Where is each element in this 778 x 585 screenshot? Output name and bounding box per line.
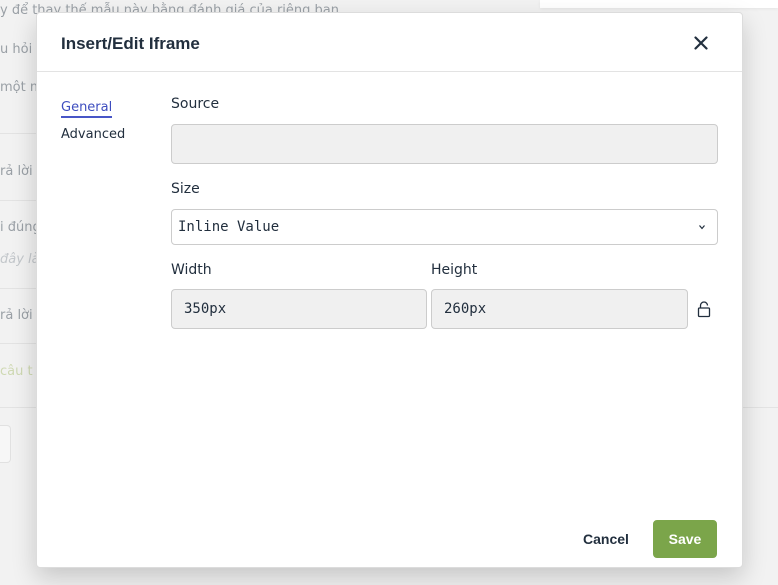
cancel-button[interactable]: Cancel	[572, 520, 640, 558]
background-divider	[0, 288, 36, 289]
close-button[interactable]	[689, 31, 713, 55]
source-input[interactable]	[171, 124, 718, 164]
background-text: rả lời	[0, 164, 33, 179]
insert-iframe-dialog: Insert/Edit Iframe General Advanced Sour…	[36, 12, 743, 568]
dialog-tabs: General Advanced	[61, 96, 125, 151]
height-input[interactable]: 260px	[431, 289, 688, 329]
dialog-footer: Cancel Save	[37, 503, 742, 567]
lock-icon	[697, 301, 711, 318]
background-text: câu t	[0, 364, 33, 379]
background-divider	[0, 133, 36, 134]
size-select-value: Inline Value	[178, 219, 280, 235]
background-divider	[0, 407, 36, 408]
save-button[interactable]: Save	[653, 520, 717, 558]
dialog-header: Insert/Edit Iframe	[37, 13, 742, 72]
background-text: đây là	[0, 252, 40, 267]
source-label: Source	[171, 96, 220, 112]
tab-advanced[interactable]: Advanced	[61, 127, 125, 142]
background-divider	[743, 407, 778, 408]
dialog-title: Insert/Edit Iframe	[61, 34, 200, 53]
background-text: i đúng	[0, 220, 41, 235]
width-input[interactable]: 350px	[171, 289, 427, 329]
constrain-proportions-button[interactable]	[697, 300, 711, 322]
background-card	[540, 0, 778, 8]
background-divider	[0, 343, 36, 344]
width-label: Width	[171, 262, 212, 278]
size-select[interactable]: Inline Value	[171, 209, 718, 245]
close-icon	[694, 36, 708, 50]
height-label: Height	[431, 262, 478, 278]
tab-general[interactable]: General	[61, 100, 113, 118]
background-panel	[0, 425, 11, 463]
background-text: rả lời	[0, 308, 33, 323]
size-label: Size	[171, 181, 200, 197]
background-divider	[0, 200, 36, 201]
chevron-down-icon	[699, 225, 705, 230]
